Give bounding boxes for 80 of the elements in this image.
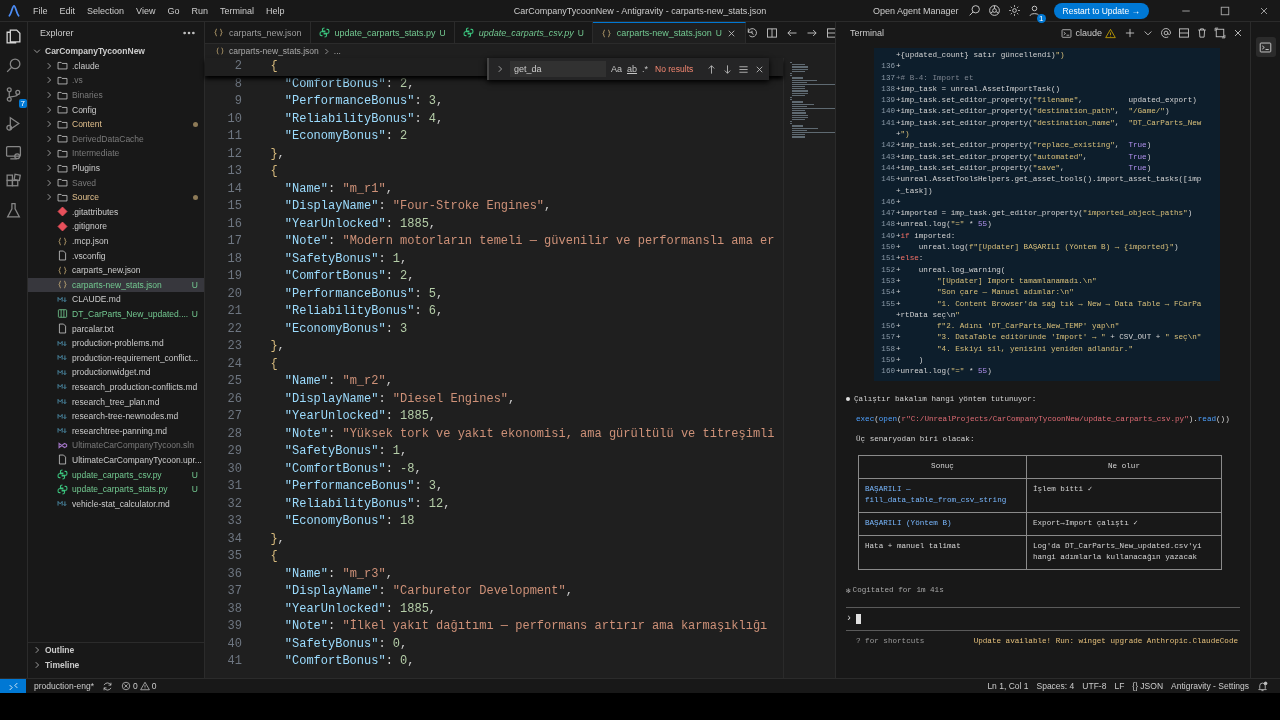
code-line: "ComfortBonus": 0, <box>283 653 415 670</box>
code-line: "EconomyBonus": 2 <box>283 128 408 145</box>
code-line: "ComfortBonus": -8, <box>283 460 422 478</box>
line-number: 17 <box>226 233 243 250</box>
code-line: "Note": "Modern motorların temeli — güvenilir ve performanslı ama er <box>283 233 775 250</box>
code-line: "ReliabilityBonus": 12, <box>283 495 451 513</box>
line-number: 11 <box>226 128 243 145</box>
panel-title: Terminal <box>850 28 884 38</box>
line-number: 34 <box>226 530 243 548</box>
line-number: 8 <box>233 75 243 93</box>
code-line: { <box>269 355 278 373</box>
code-line: "Name": "m_r1", <box>283 180 393 198</box>
code-line: "YearUnlocked": 1885, <box>283 408 437 425</box>
code-line: "SafetyBonus": 1, <box>283 443 408 460</box>
code-line: { <box>269 58 278 75</box>
code-line: "Name": "m_r2", <box>283 373 393 390</box>
code-line: "Name": "m_r3", <box>283 565 393 583</box>
line-number: 33 <box>226 513 243 530</box>
panel-title: Explorer <box>40 28 74 38</box>
line-number: 13 <box>226 163 243 180</box>
code-line: "PerformanceBonus": 3, <box>283 93 444 110</box>
line-number: 24 <box>226 355 243 373</box>
notification-badge: 1 <box>1037 14 1046 23</box>
code-line: "EconomyBonus": 18 <box>283 513 415 530</box>
code-line: "Note": "İlkel yakıt dağıtımı — performans artırır ama karmaşıklığı <box>283 618 768 635</box>
line-number: 15 <box>226 198 243 215</box>
line-number: 22 <box>226 320 243 338</box>
code-line: "Note": "Yüksek tork ve yakıt ekonomisi, ama gürültülü ve titreşimli <box>283 425 775 443</box>
line-number: 36 <box>226 565 243 583</box>
line-number: 27 <box>226 408 243 425</box>
code-line: "YearUnlocked": 1885, <box>283 600 437 618</box>
line-number: 30 <box>226 460 243 478</box>
code-line: "DisplayName": "Diesel Engines", <box>283 390 516 408</box>
code-line: "PerformanceBonus": 5, <box>283 285 444 303</box>
git-status-letter: U <box>191 484 198 495</box>
code-line: { <box>269 548 278 565</box>
line-number: 14 <box>226 180 243 198</box>
line-number: 19 <box>226 268 243 285</box>
code-line: }, <box>269 145 285 163</box>
code-line: "DisplayName": "Carburetor Development", <box>283 583 573 600</box>
line-number: 25 <box>226 373 243 390</box>
code-line: { <box>269 163 278 180</box>
git-status-letter: U <box>191 279 198 290</box>
code-line: }, <box>269 338 285 355</box>
line-number: 26 <box>226 390 243 408</box>
code-line: "ComfortBonus": 2, <box>283 75 415 93</box>
code-line: "ReliabilityBonus": 4, <box>283 110 444 128</box>
line-number: 10 <box>226 110 243 128</box>
git-status-letter: U <box>191 309 198 319</box>
line-number: 39 <box>226 618 243 635</box>
line-number: 41 <box>226 653 243 670</box>
line-number: 2 <box>233 58 243 75</box>
line-number: 20 <box>226 285 243 303</box>
line-number: 9 <box>233 93 243 110</box>
code-line: "DisplayName": "Four-Stroke Engines", <box>283 198 552 215</box>
window-title: CarCompanyTycoonNew - Antigravity - carparts-new_stats.json <box>513 5 767 16</box>
line-number: 12 <box>226 145 243 163</box>
find-result: No results <box>655 64 694 74</box>
code-line: "SafetyBonus": 1, <box>283 250 408 268</box>
line-number: 16 <box>226 215 243 233</box>
line-number: 29 <box>226 443 243 460</box>
line-number: 28 <box>226 425 243 443</box>
code-line: "SafetyBonus": 0, <box>283 635 408 653</box>
code-line: "ReliabilityBonus": 6, <box>283 303 444 320</box>
code-line: "EconomyBonus": 3 <box>283 320 408 338</box>
line-number: 18 <box>226 250 243 268</box>
line-number: 21 <box>226 303 243 320</box>
line-number: 31 <box>226 478 243 495</box>
line-number: 32 <box>226 495 243 513</box>
code-line: "YearUnlocked": 1885, <box>283 215 437 233</box>
count-badge: 7 <box>18 99 27 108</box>
line-number: 38 <box>226 600 243 618</box>
git-status-letter: U <box>191 469 198 480</box>
code-line: "PerformanceBonus": 3, <box>283 478 444 495</box>
code-line: "ComfortBonus": 2, <box>283 268 415 285</box>
line-number: 40 <box>226 635 243 653</box>
line-number: 35 <box>226 548 243 565</box>
line-number: 23 <box>226 338 243 355</box>
line-number: 37 <box>226 583 243 600</box>
code-line: }, <box>269 530 285 548</box>
